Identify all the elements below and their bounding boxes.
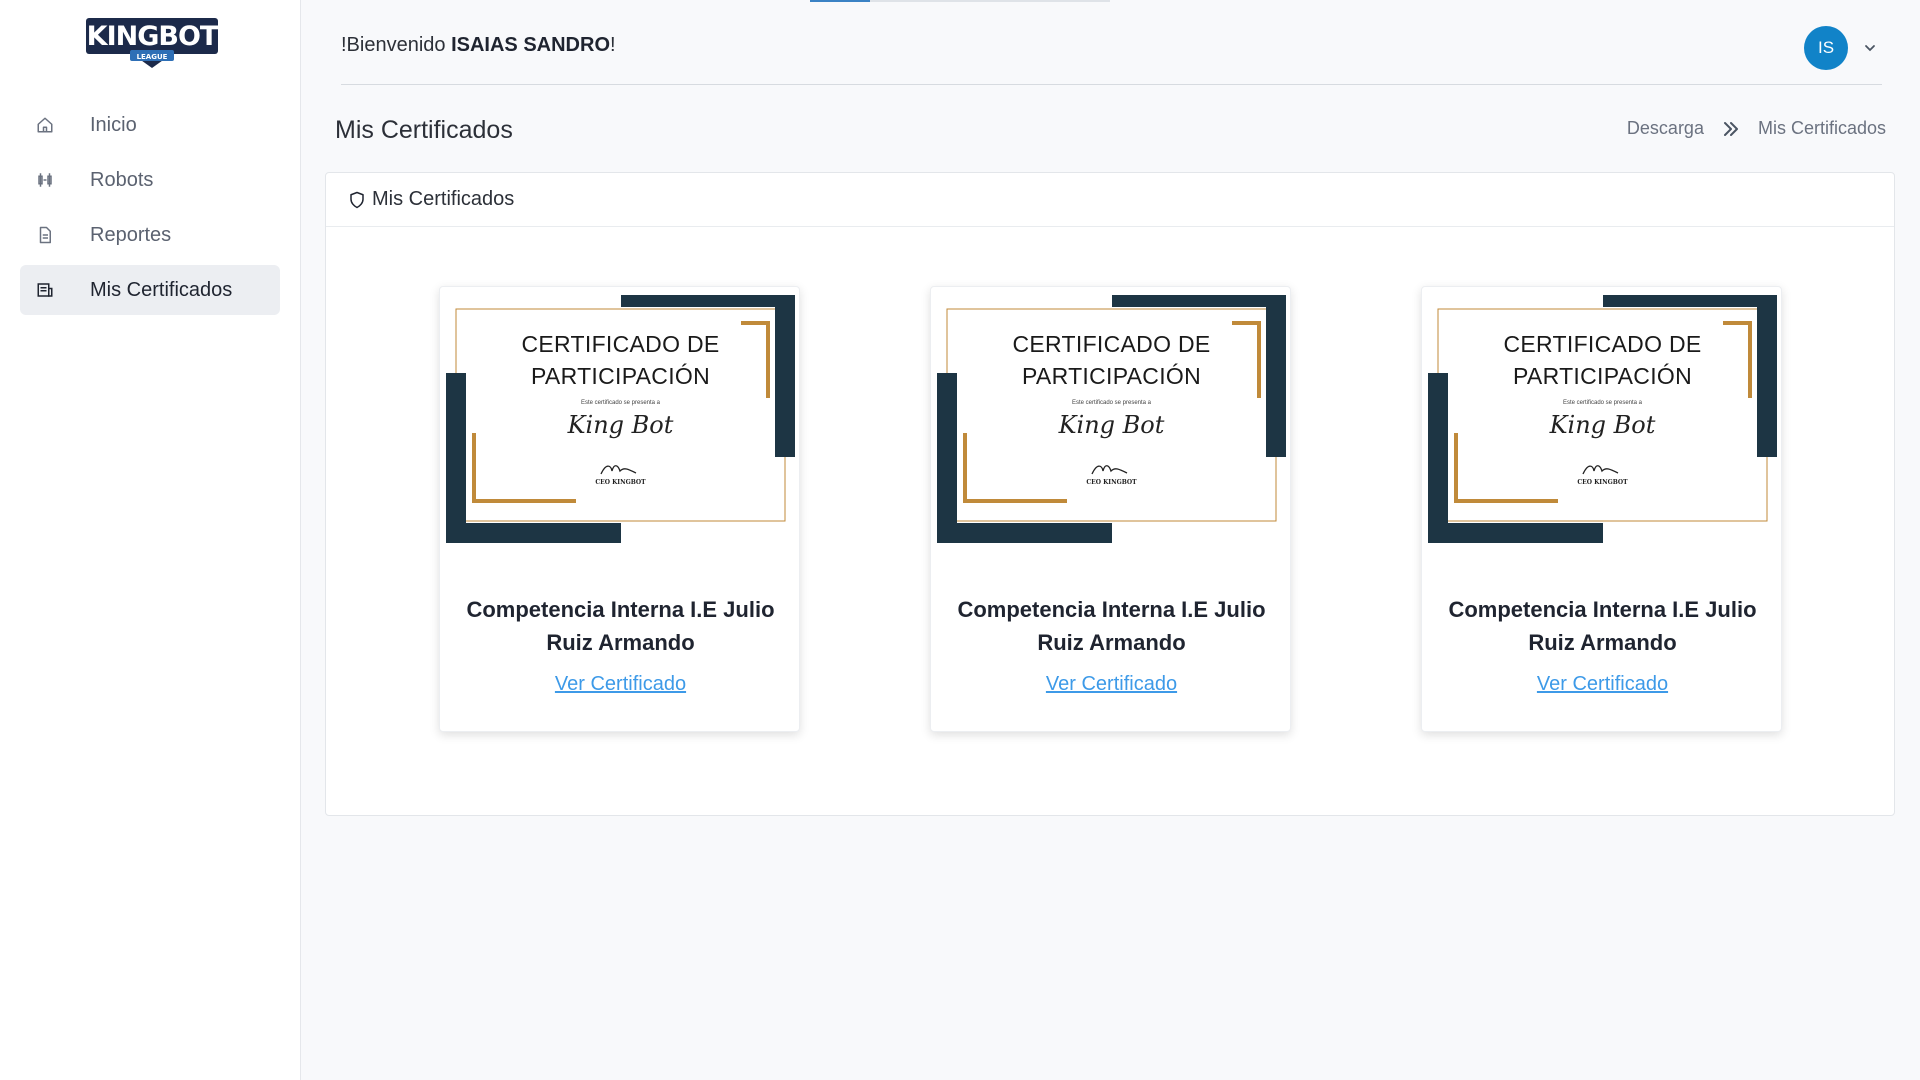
certificate-recipient: King Bot: [567, 411, 674, 439]
certificate-heading-line2: PARTICIPACIÓN: [1513, 363, 1692, 389]
certificate-card: CERTIFICADO DE PARTICIPACIÓN Este certif…: [439, 286, 800, 732]
certificate-heading-line2: PARTICIPACIÓN: [1022, 363, 1201, 389]
certificate-title: Competencia Interna I.E Julio Ruiz Arman…: [957, 597, 1266, 655]
certificate-heading-line1: CERTIFICADO DE: [1012, 331, 1211, 357]
certificate-recipient: King Bot: [1549, 411, 1656, 439]
logo-main-text: KINGBOT: [87, 21, 219, 52]
avatar-initials: IS: [1817, 38, 1835, 57]
sidebar-item-label: Reportes: [90, 223, 172, 246]
certificate-signature-label: CEO KINGBOT: [1577, 479, 1628, 486]
breadcrumb-item-descarga[interactable]: Descarga: [1627, 118, 1704, 139]
header-divider: [341, 84, 1882, 85]
certificate-subtitle: Este certificado se presenta a: [1071, 400, 1152, 406]
welcome-message: !Bienvenido ISAIAS SANDRO!: [341, 34, 616, 57]
kingbot-logo[interactable]: KINGBOT LEAGUE: [84, 12, 220, 70]
panel-header: Mis Certificados: [326, 173, 1894, 227]
sidebar-item-label: Inicio: [90, 113, 137, 136]
certificate-heading-line1: CERTIFICADO DE: [521, 331, 720, 357]
view-certificate-link[interactable]: Ver Certificado: [931, 673, 1292, 696]
certificate-card: CERTIFICADO DE PARTICIPACIÓN Este certif…: [930, 286, 1291, 732]
certificate-thumbnail[interactable]: CERTIFICADO DE PARTICIPACIÓN Este certif…: [1428, 293, 1777, 543]
certificate-card: CERTIFICADO DE PARTICIPACIÓN Este certif…: [1421, 286, 1782, 732]
sidebar-item-label: Robots: [90, 168, 154, 191]
sidebar: KINGBOT LEAGUE Inicio Robots Reportes Mi…: [0, 0, 301, 1080]
view-certificate-link[interactable]: Ver Certificado: [1422, 673, 1783, 696]
certificate-thumbnail[interactable]: CERTIFICADO DE PARTICIPACIÓN Este certif…: [937, 293, 1286, 543]
home-icon: [34, 114, 56, 136]
breadcrumb: Descarga Mis Certificados: [1627, 118, 1886, 139]
double-chevron-right-icon: [1721, 119, 1741, 139]
shield-icon: [348, 191, 366, 209]
certificate-subtitle: Este certificado se presenta a: [1562, 400, 1643, 406]
report-icon: [34, 224, 56, 246]
view-certificate-link[interactable]: Ver Certificado: [440, 673, 801, 696]
user-name: ISAIAS SANDRO: [451, 34, 610, 56]
sidebar-item-reportes[interactable]: Reportes: [20, 210, 280, 260]
sidebar-item-mis-certificados[interactable]: Mis Certificados: [20, 265, 280, 315]
breadcrumb-item-current: Mis Certificados: [1757, 118, 1886, 138]
robot-icon: [34, 169, 56, 191]
certificate-thumbnail[interactable]: CERTIFICADO DE PARTICIPACIÓN Este certif…: [446, 293, 795, 543]
certificate-signature-label: CEO KINGBOT: [595, 479, 646, 486]
user-avatar[interactable]: IS: [1804, 26, 1848, 70]
page-title: Mis Certificados: [335, 116, 513, 144]
welcome-prefix: !Bienvenido: [341, 34, 446, 56]
top-progress-indicator: [810, 0, 870, 2]
sidebar-item-robots[interactable]: Robots: [20, 155, 280, 205]
sidebar-item-label: Mis Certificados: [90, 278, 233, 301]
certificate-icon: [34, 279, 56, 301]
chevron-down-icon[interactable]: [1862, 40, 1878, 56]
welcome-suffix: !: [610, 34, 616, 56]
certificate-subtitle: Este certificado se presenta a: [580, 400, 661, 406]
sidebar-item-inicio[interactable]: Inicio: [20, 100, 280, 150]
certificates-panel: Mis Certificados CERTIFICADO DE PARTICIP…: [325, 172, 1895, 816]
logo-sub-text: LEAGUE: [137, 53, 168, 61]
sidebar-nav: Inicio Robots Reportes Mis Certificados: [20, 100, 280, 320]
certificate-recipient: King Bot: [1058, 411, 1165, 439]
certificate-heading-line2: PARTICIPACIÓN: [531, 363, 710, 389]
certificate-signature-label: CEO KINGBOT: [1086, 479, 1137, 486]
certificate-title: Competencia Interna I.E Julio Ruiz Arman…: [1448, 597, 1757, 655]
panel-title: Mis Certificados: [372, 188, 515, 210]
certificate-title: Competencia Interna I.E Julio Ruiz Arman…: [466, 597, 775, 655]
certificate-heading-line1: CERTIFICADO DE: [1503, 331, 1702, 357]
